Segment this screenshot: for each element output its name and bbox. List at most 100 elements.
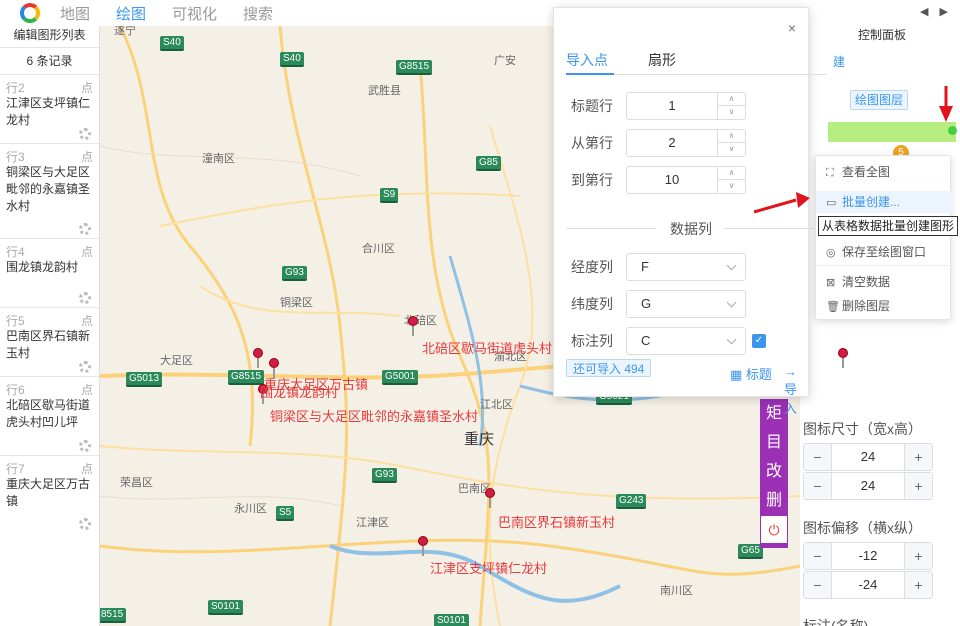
row-id: 行7 xyxy=(6,462,25,476)
label-column-checkbox[interactable]: ✓ xyxy=(752,334,766,348)
menu-item-clear-data[interactable]: ⊠ 清空数据 xyxy=(816,271,952,293)
to-row-value[interactable]: 10 xyxy=(627,167,717,193)
list-item[interactable]: 行3 点 铜梁区与大足区毗邻的永嘉镇圣水村 xyxy=(0,143,99,238)
icon-height-stepper[interactable]: −24 + xyxy=(803,472,933,500)
plus-icon[interactable]: + xyxy=(904,543,932,569)
minus-icon[interactable]: − xyxy=(804,444,832,470)
minus-icon[interactable]: − xyxy=(804,572,832,598)
tab-map[interactable]: 地图 xyxy=(60,3,90,24)
list-item[interactable]: 行7 点 重庆大足区万古镇 xyxy=(0,455,99,533)
latitude-column-label: 纬度列 xyxy=(571,296,613,312)
red-arrow-annotation-icon xyxy=(939,86,953,122)
trash-icon: 🗑 xyxy=(826,301,840,313)
tab-sector[interactable]: 扇形 xyxy=(648,50,676,70)
plus-icon[interactable]: + xyxy=(904,473,932,499)
increment-icon[interactable]: ∧ xyxy=(717,93,745,106)
pin-label: 江津区支坪镇仁龙村 xyxy=(430,561,548,576)
import-button-label: 导入 xyxy=(784,382,798,416)
draw-layer-button[interactable]: 绘图图层 xyxy=(850,90,908,110)
offset-y-stepper[interactable]: − -24 + xyxy=(803,571,933,599)
latitude-column-select[interactable]: G xyxy=(626,290,746,318)
import-button[interactable]: → 导入 xyxy=(784,364,808,417)
label-column-label: 标注列 xyxy=(571,333,613,349)
shape-list-title: 编辑图形列表 xyxy=(0,26,99,48)
create-link[interactable]: 建 xyxy=(833,53,845,70)
to-row-input[interactable]: 10 ∧ ∨ xyxy=(626,166,746,194)
icon-width-stepper[interactable]: −24 + xyxy=(803,443,933,471)
row-name: 重庆大足区万古镇 xyxy=(6,477,91,508)
offset-y-value[interactable]: -24 xyxy=(832,572,904,598)
map-place-label: 合川区 xyxy=(362,243,395,255)
plus-icon[interactable]: + xyxy=(904,572,932,598)
gear-icon[interactable] xyxy=(79,518,91,530)
panel-toggle-arrows-icon[interactable]: ◀ ▶ xyxy=(920,5,952,18)
longitude-column-value: F xyxy=(641,259,649,274)
title-row-input[interactable]: 1 ∧ ∨ xyxy=(626,92,746,120)
icon-height-value[interactable]: 24 xyxy=(832,473,904,499)
minus-icon[interactable]: − xyxy=(804,473,832,499)
decrement-icon[interactable]: ∨ xyxy=(717,106,745,119)
increment-icon[interactable]: ∧ xyxy=(717,167,745,180)
list-tool-button[interactable]: 目 xyxy=(760,428,788,457)
gear-icon[interactable] xyxy=(79,292,91,304)
row-type: 点 xyxy=(80,81,93,95)
latitude-column-value: G xyxy=(641,296,652,311)
increment-icon[interactable]: ∧ xyxy=(717,130,745,143)
map-place-label: 江北区 xyxy=(480,399,513,411)
highway-shield: G5001 xyxy=(382,370,419,385)
menu-divider xyxy=(816,265,952,266)
annotation-label: 标注(名称) xyxy=(803,618,869,626)
from-row-input[interactable]: 2 ∧ ∨ xyxy=(626,129,746,157)
tab-visualize[interactable]: 可视化 xyxy=(172,3,217,24)
list-item[interactable]: 行4 点 围龙镇龙韵村 xyxy=(0,238,99,307)
menu-item-save-to-window[interactable]: ◎ 保存至绘图窗口 xyxy=(816,241,952,263)
highway-shield: S40 xyxy=(280,52,304,67)
close-icon[interactable]: × xyxy=(788,20,796,36)
menu-item-delete-layer[interactable]: 🗑 删除图层 xyxy=(816,295,952,317)
tab-search[interactable]: 搜索 xyxy=(243,3,273,24)
plus-icon[interactable]: + xyxy=(904,444,932,470)
offset-x-stepper[interactable]: − -12 + xyxy=(803,542,933,570)
map-place-label: 潼南区 xyxy=(202,153,235,165)
power-icon[interactable]: ⏻ xyxy=(760,515,788,544)
menu-item-view-all[interactable]: ⛶ 查看全图 xyxy=(816,161,952,183)
row-name: 围龙镇龙韵村 xyxy=(6,260,79,274)
list-item[interactable]: 行2 点 江津区支坪镇仁龙村 xyxy=(0,74,99,143)
icon-width-value[interactable]: 24 xyxy=(832,444,904,470)
edit-tool-button[interactable]: 改 xyxy=(760,457,788,486)
title-row-value[interactable]: 1 xyxy=(627,93,717,119)
offset-x-value[interactable]: -12 xyxy=(832,543,904,569)
highway-shield: G93 xyxy=(282,266,307,281)
label-column-select[interactable]: C xyxy=(626,327,746,355)
gear-icon[interactable] xyxy=(79,223,91,235)
from-row-label: 从第行 xyxy=(571,135,613,151)
layer-visible-icon[interactable] xyxy=(948,126,957,135)
delete-tool-button[interactable]: 删 xyxy=(760,486,788,515)
gear-icon[interactable] xyxy=(79,361,91,373)
list-item[interactable]: 行5 点 巴南区界石镇新玉村 xyxy=(0,307,99,376)
list-item[interactable]: 行6 点 北碚区歇马街道虎头村凹儿坪 xyxy=(0,376,99,455)
row-type: 点 xyxy=(80,462,93,476)
row-id: 行3 xyxy=(6,150,25,164)
minus-icon[interactable]: − xyxy=(804,543,832,569)
map-pin-icon[interactable] xyxy=(483,488,497,508)
map-pin-icon[interactable] xyxy=(406,316,420,336)
map-pin-icon[interactable] xyxy=(251,348,265,368)
decrement-icon[interactable]: ∨ xyxy=(717,180,745,193)
icon-size-label: 图标尺寸（宽x高） xyxy=(803,421,922,437)
menu-item-batch-create[interactable]: ▭ 批量创建... xyxy=(816,191,952,213)
longitude-column-select[interactable]: F xyxy=(626,253,746,281)
highway-shield: S0101 xyxy=(434,614,469,626)
layer-context-menu: ⛶ 查看全图 ▭ 批量创建... ◎ 保存至绘图窗口 ⊠ 清空数据 🗑 删除图层 xyxy=(815,155,952,320)
tab-draw[interactable]: 绘图 xyxy=(116,3,146,24)
gear-icon[interactable] xyxy=(79,440,91,452)
map-place-label: 广安 xyxy=(494,55,516,67)
title-row-label: 标题行 xyxy=(571,98,613,114)
map-place-label: 遂宁 xyxy=(114,26,136,37)
map-pin-icon[interactable] xyxy=(416,536,430,556)
from-row-value[interactable]: 2 xyxy=(627,130,717,156)
decrement-icon[interactable]: ∨ xyxy=(717,143,745,156)
gear-icon[interactable] xyxy=(79,128,91,140)
tab-import-points[interactable]: 导入点 xyxy=(566,50,608,70)
title-button[interactable]: ▦ 标题 xyxy=(730,364,772,383)
